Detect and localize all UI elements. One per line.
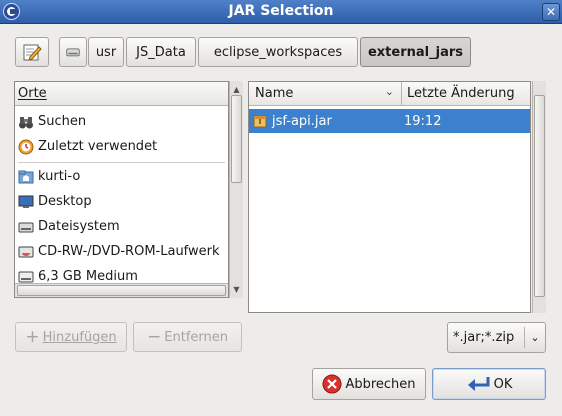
path-root-button[interactable] [59,37,87,67]
ok-label: OK [493,376,513,392]
scroll-down-arrow-icon[interactable]: ▼ [230,283,243,296]
files-vscroll-thumb[interactable] [534,95,545,297]
files-vscrollbar[interactable] [532,81,546,313]
column-modified-label: Letzte Änderung [407,86,515,101]
optical-drive-icon [18,246,34,257]
filesystem-icon [18,222,34,232]
place-item-label: Dateisystem [38,219,120,234]
place-item-label: kurti-o [38,169,81,184]
binoculars-icon [19,116,33,128]
places-header-label: Orte [18,86,47,101]
place-item-desktop[interactable]: Desktop [15,189,228,214]
column-name-header[interactable]: Name ⌄ [249,82,402,105]
place-item-optical-drive[interactable]: CD-RW-/DVD-ROM-Laufwerk [15,239,228,264]
enter-arrow-icon [467,377,490,391]
file-row[interactable]: jsf-api.jar 19:12 [249,109,530,133]
places-vscroll-thumb[interactable] [231,95,242,183]
cancel-icon [322,374,342,394]
path-segment-external-jars[interactable]: external_jars [360,37,471,67]
sort-chevron-down-icon: ⌄ [384,85,394,98]
chevron-down-icon: ⌄ [530,331,540,344]
window-title: JAR Selection [228,3,334,19]
place-item-label: Zuletzt verwendet [38,139,158,154]
jar-archive-icon [253,115,267,128]
file-name: jsf-api.jar [272,113,332,129]
close-icon: ✕ [545,5,557,19]
remove-icon: − [147,327,162,347]
column-modified-header[interactable]: Letzte Änderung [403,82,531,105]
desktop-icon [18,195,34,208]
file-modified: 19:12 [404,113,442,129]
place-item-search[interactable]: Suchen [15,109,228,134]
dialog-content: usr JS_Data eclipse_workspaces external_… [0,24,562,416]
add-place-button[interactable]: + Hinzufügen [15,322,127,352]
file-list-pane: Name ⌄ Letzte Änderung jsf-api.jar 19:12 [248,81,531,313]
column-name-label: Name [255,86,294,101]
edit-pencil-icon [23,44,42,61]
cancel-label: Abbrechen [345,376,416,392]
recent-icon [18,139,34,154]
places-separator [18,162,225,163]
file-type-filter[interactable]: *.jar;*.zip ⌄ [447,322,546,353]
places-pane: Orte Suchen Zuletzt verwendet kurti-o De… [14,81,229,298]
place-item-label: Desktop [38,194,92,209]
path-segment-label: JS_Data [136,44,186,60]
close-button[interactable]: ✕ [542,3,560,21]
home-folder-icon [18,170,34,183]
places-vscrollbar[interactable]: ▲ ▼ [229,81,243,298]
ok-button[interactable]: OK [432,368,546,400]
add-icon: + [25,327,40,347]
path-segment-eclipse-workspaces[interactable]: eclipse_workspaces [198,37,358,67]
place-item-filesystem[interactable]: Dateisystem [15,214,228,239]
places-hscroll-thumb[interactable] [17,285,226,296]
place-item-label: Suchen [38,114,87,129]
place-item-home[interactable]: kurti-o [15,164,228,189]
cancel-button[interactable]: Abbrechen [312,368,426,400]
places-header[interactable]: Orte [15,82,228,106]
places-hscrollbar[interactable] [15,283,228,297]
path-segment-js-data[interactable]: JS_Data [126,37,196,67]
path-segment-label: external_jars [367,44,463,60]
remove-place-label: Entfernen [164,329,228,345]
place-item-recent[interactable]: Zuletzt verwendet [15,134,228,159]
place-item-label: CD-RW-/DVD-ROM-Laufwerk [38,244,220,259]
type-location-button[interactable] [15,37,49,67]
file-type-filter-value: *.jar;*.zip [453,330,515,345]
file-list-header: Name ⌄ Letzte Änderung [249,82,530,106]
title-bar: JAR Selection ✕ [0,0,562,24]
remove-place-button[interactable]: − Entfernen [133,322,242,352]
path-segment-label: usr [95,44,117,60]
add-place-label: Hinzufügen [42,329,117,345]
hard-disk-icon [66,48,80,57]
path-segment-usr[interactable]: usr [88,37,124,67]
path-segment-label: eclipse_workspaces [213,44,343,60]
place-item-label: 6,3 GB Medium [38,269,138,284]
